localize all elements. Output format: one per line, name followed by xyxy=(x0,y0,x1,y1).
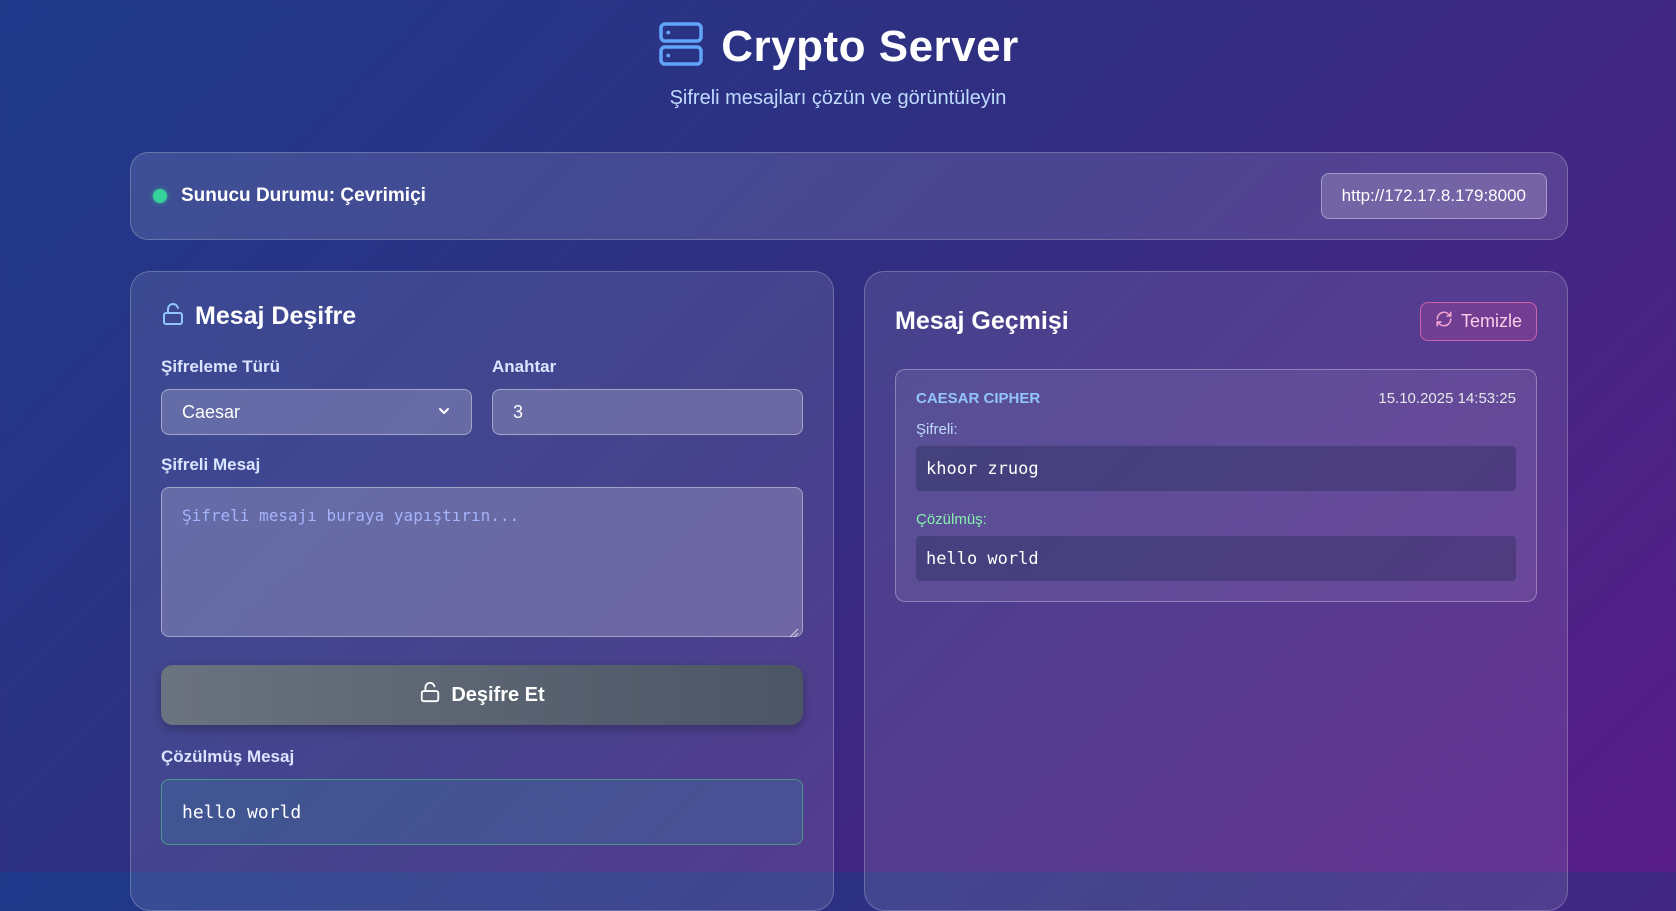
key-input[interactable]: 3 xyxy=(492,389,803,435)
history-item-header: CAESAR CIPHER 15.10.2025 14:53:25 xyxy=(916,390,1516,407)
history-panel-title: Mesaj Geçmişi xyxy=(895,307,1069,335)
history-panel-header: Mesaj Geçmişi Temizle xyxy=(895,302,1537,341)
unlock-icon xyxy=(419,681,441,709)
key-label: Anahtar xyxy=(492,357,557,376)
history-item: CAESAR CIPHER 15.10.2025 14:53:25 Şifrel… xyxy=(895,369,1537,602)
refresh-icon xyxy=(1435,310,1453,333)
chevron-down-icon xyxy=(437,402,451,423)
result-field: Çözülmüş Mesaj hello world xyxy=(161,747,803,845)
cipher-type-tag: CAESAR CIPHER xyxy=(916,390,1041,407)
cipher-type-field: Şifreleme Türü Caesar xyxy=(161,357,472,435)
decrypt-button[interactable]: Deşifre Et xyxy=(161,665,803,725)
status-indicator-dot xyxy=(153,189,167,203)
cipher-key-row: Şifreleme Türü Caesar Anahtar 3 xyxy=(161,357,803,435)
status-left: Sunucu Durumu: Çevrimiçi xyxy=(153,185,426,207)
history-decrypted-label: Çözülmüş: xyxy=(916,511,987,528)
app-title: Crypto Server xyxy=(721,21,1019,71)
history-decrypted-value: hello world xyxy=(916,536,1516,581)
title-row: Crypto Server xyxy=(0,20,1676,73)
app-subtitle: Şifreli mesajları çözün ve görüntüleyin xyxy=(669,87,1007,109)
decrypt-panel: Mesaj Deşifre Şifreleme Türü Caesar Anah… xyxy=(130,271,834,911)
server-status-bar: Sunucu Durumu: Çevrimiçi http://172.17.8… xyxy=(130,152,1568,240)
clear-button-label: Temizle xyxy=(1460,311,1522,331)
encrypted-message-label: Şifreli Mesaj xyxy=(161,455,261,474)
history-encrypted-value: khoor zruog xyxy=(916,446,1516,491)
server-status-text: Sunucu Durumu: Çevrimiçi xyxy=(181,185,426,206)
encrypted-message-textarea[interactable]: Şifreli mesajı buraya yapıştırın... xyxy=(161,487,803,638)
result-output: hello world xyxy=(161,779,803,845)
key-value: 3 xyxy=(513,401,524,422)
decrypt-panel-header: Mesaj Deşifre xyxy=(161,302,803,331)
clear-history-button[interactable]: Temizle xyxy=(1419,302,1537,341)
cipher-type-value: Caesar xyxy=(182,401,241,422)
cipher-type-select[interactable]: Caesar xyxy=(161,389,472,435)
key-field: Anahtar 3 xyxy=(492,357,803,435)
decrypt-panel-title: Mesaj Deşifre xyxy=(195,302,357,330)
decrypt-button-label: Deşifre Et xyxy=(451,683,545,706)
history-timestamp: 15.10.2025 14:53:25 xyxy=(1378,390,1516,407)
cipher-type-label: Şifreleme Türü xyxy=(161,357,281,376)
result-label: Çözülmüş Mesaj xyxy=(161,747,295,766)
history-panel: Mesaj Geçmişi Temizle CAESAR CIPHER 15.1… xyxy=(864,271,1568,911)
unlock-icon xyxy=(161,302,185,331)
page-header: Crypto Server Şifreli mesajları çözün ve… xyxy=(0,0,1676,110)
encrypted-message-field: Şifreli Mesaj Şifreli mesajı buraya yapı… xyxy=(161,455,803,638)
resize-handle-icon[interactable] xyxy=(789,623,799,638)
server-url-field[interactable]: http://172.17.8.179:8000 xyxy=(1320,173,1547,219)
encrypted-message-placeholder: Şifreli mesajı buraya yapıştırın... xyxy=(182,506,520,525)
history-encrypted-label: Şifreli: xyxy=(916,421,958,438)
server-icon xyxy=(657,20,705,73)
